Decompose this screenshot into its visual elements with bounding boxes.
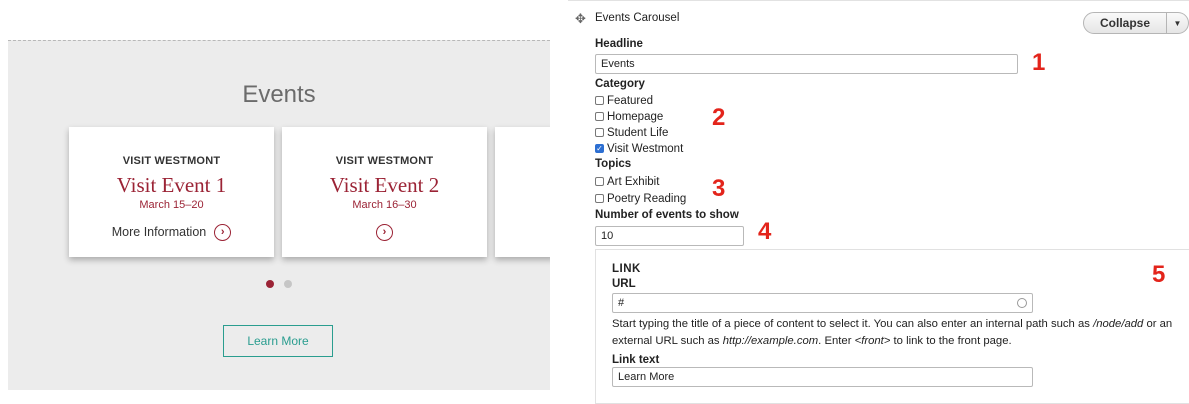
screenshot-root: Events VISIT WESTMONT Visit Event 1 Marc…	[0, 0, 1189, 404]
callout-number: 1	[1032, 49, 1046, 76]
url-label: URL	[612, 278, 636, 290]
checkmark-icon[interactable]: ✓	[595, 144, 604, 153]
checkbox-icon[interactable]	[595, 128, 604, 137]
checkbox-label: Featured	[607, 94, 654, 107]
callout-number: 2	[712, 104, 726, 131]
checkbox-student-life[interactable]: Student Life	[595, 125, 668, 140]
pagination-dot[interactable]	[284, 280, 292, 288]
url-value: #	[618, 297, 625, 309]
caret-down-icon: ▼	[1173, 18, 1182, 28]
carousel-pagination	[8, 280, 550, 288]
divider	[568, 0, 1189, 1]
checkbox-label: Student Life	[607, 126, 669, 139]
chevron-right-circle-icon[interactable]: ›	[214, 223, 232, 241]
checkbox-label: Poetry Reading	[607, 192, 687, 205]
more-information-link[interactable]: More Information ›	[69, 223, 274, 241]
headline-label: Headline	[595, 38, 643, 50]
chevron-right-circle-icon[interactable]: ›	[376, 223, 393, 241]
block-title: Events Carousel	[595, 12, 680, 24]
callout-number: 3	[712, 175, 726, 202]
event-card-title[interactable]: Visit Event 1	[69, 173, 274, 198]
url-input[interactable]: #	[612, 293, 1033, 313]
checkbox-art-exhibit[interactable]: Art Exhibit	[595, 174, 659, 189]
checkbox-label: Visit Westmont	[607, 142, 684, 155]
link-text-input[interactable]: Learn More	[612, 367, 1033, 387]
autocomplete-throbber-icon	[1017, 298, 1027, 308]
event-card-title[interactable]: Visit Event 2	[282, 173, 487, 198]
event-card[interactable]: VISIT WESTMONT Visit Event 1 March 15–20…	[69, 127, 274, 257]
checkbox-icon[interactable]	[595, 96, 604, 105]
learn-more-button[interactable]: Learn More	[223, 325, 333, 357]
event-card-partial	[495, 127, 550, 257]
checkbox-icon[interactable]	[595, 177, 604, 186]
checkbox-label: Art Exhibit	[607, 175, 660, 188]
collapse-dropdown-toggle[interactable]: ▼	[1167, 12, 1189, 34]
drag-handle-icon[interactable]: ✥	[575, 11, 586, 27]
event-card[interactable]: VISIT WESTMONT Visit Event 2 March 16–30…	[282, 127, 487, 257]
event-card-date: March 16–30	[352, 199, 417, 211]
checkbox-visit-westmont[interactable]: ✓ Visit Westmont	[595, 141, 683, 156]
checkbox-poetry-reading[interactable]: Poetry Reading	[595, 191, 686, 206]
number-of-events-input[interactable]: 10	[595, 226, 744, 246]
checkbox-featured[interactable]: Featured	[595, 93, 653, 108]
events-carousel-form: ✥ Events Carousel Collapse ▼ Headline Ev…	[568, 0, 1189, 404]
headline-input[interactable]: Events	[595, 54, 1018, 74]
callout-number: 5	[1152, 261, 1166, 288]
category-label: Category	[595, 78, 645, 90]
topics-label: Topics	[595, 158, 632, 170]
checkbox-homepage[interactable]: Homepage	[595, 109, 663, 124]
event-card-category: VISIT WESTMONT	[335, 155, 434, 167]
event-card-category: VISIT WESTMONT	[122, 155, 221, 167]
collapse-button[interactable]: Collapse	[1083, 12, 1167, 34]
link-fieldset: LINK URL # Start typing the title of a p…	[595, 249, 1189, 404]
pagination-dot-active[interactable]	[266, 280, 274, 288]
event-card-date: March 15–20	[139, 199, 204, 211]
preview-section-title: Events	[242, 81, 316, 108]
url-help-text: Start typing the title of a piece of con…	[612, 318, 1173, 347]
events-carousel-preview: Events VISIT WESTMONT Visit Event 1 Marc…	[8, 40, 550, 390]
link-text-label: Link text	[612, 354, 660, 366]
more-information-label: More Information	[111, 225, 207, 239]
number-of-events-label: Number of events to show	[595, 209, 739, 221]
collapse-button-group: Collapse ▼	[1083, 12, 1189, 34]
checkbox-label: Homepage	[607, 110, 664, 123]
checkbox-icon[interactable]	[595, 112, 604, 121]
more-information-link[interactable]: ›	[282, 223, 487, 241]
callout-number: 4	[758, 218, 772, 245]
checkbox-icon[interactable]	[595, 194, 604, 203]
link-fieldset-title: LINK	[612, 263, 641, 275]
